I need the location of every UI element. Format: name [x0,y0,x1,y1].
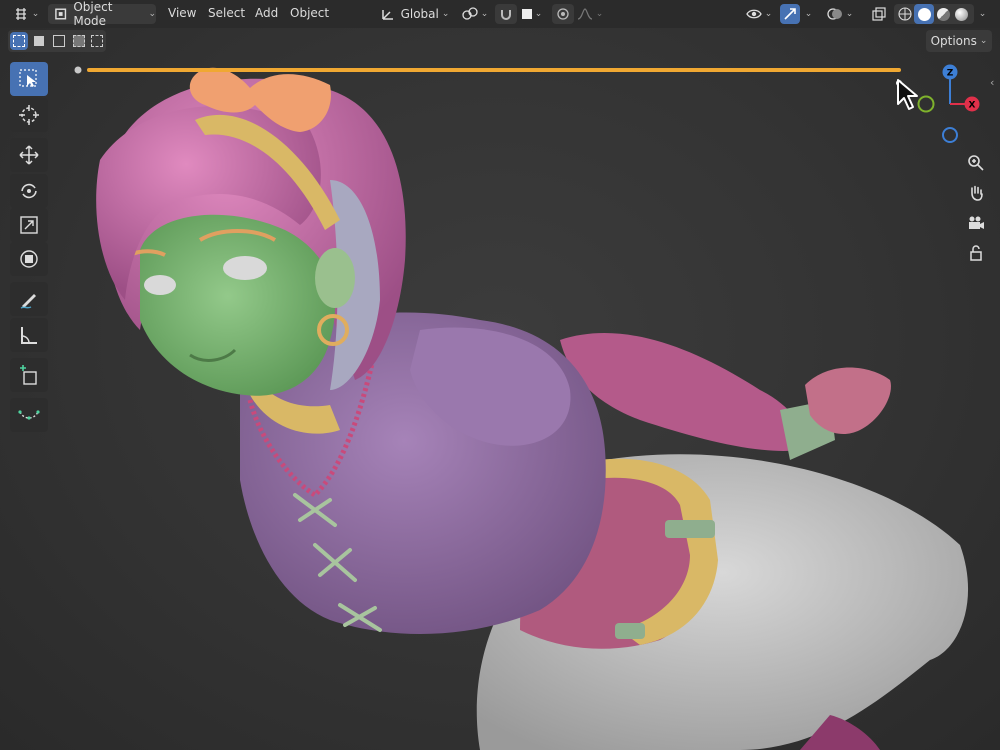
axis-x-label: X [969,101,976,111]
tool-rotate[interactable] [10,174,48,208]
move-icon [19,145,39,165]
tool-annotate[interactable] [10,282,48,316]
3d-viewport[interactable]: ⌄ Object Mode ⌄ View Select Add Object G… [0,0,1000,750]
scale-icon [20,216,38,234]
tool-move[interactable] [10,138,48,172]
camera-view-button[interactable] [962,210,990,236]
zoom-icon [968,155,984,171]
navigation-gizmo[interactable]: Z X [912,60,992,150]
zoom-button[interactable] [962,150,990,176]
tool-measure[interactable] [10,318,48,352]
tool-shear[interactable] [10,398,48,432]
camera-icon [969,216,984,229]
annotate-icon [20,294,36,309]
select-box-icon [19,69,37,87]
transform-icon [20,250,38,268]
tool-transform[interactable] [10,242,48,276]
cursor-icon [19,105,39,125]
pan-button[interactable] [962,180,990,206]
rotate-icon [21,183,37,199]
lock-icon [970,245,982,261]
tool-scale[interactable] [10,208,48,242]
tool-cursor[interactable] [10,98,48,132]
tool-add-cube[interactable] [10,358,48,392]
measure-icon [21,327,37,344]
hand-pan-icon [971,185,983,201]
tool-select-box[interactable] [10,62,48,96]
axis-z-label: Z [947,69,954,79]
annotation-stroke [74,66,902,86]
add-cube-icon [20,365,37,385]
lock-camera-button[interactable] [962,240,990,266]
shear-icon [18,410,40,420]
